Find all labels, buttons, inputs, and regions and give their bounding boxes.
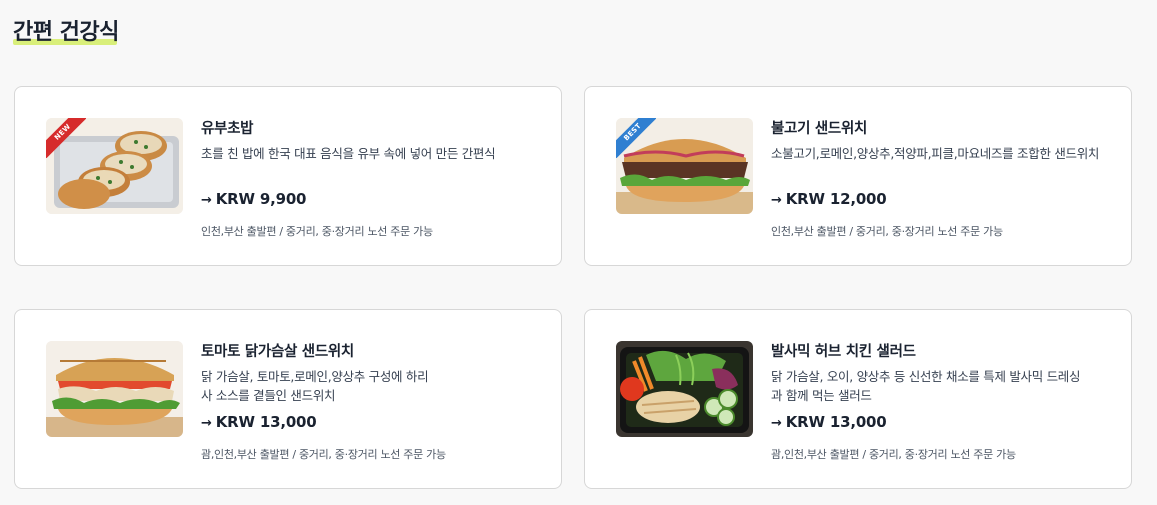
product-price: → KRW 13,000 xyxy=(771,413,887,431)
product-name: 유부초밥 xyxy=(201,121,254,137)
route-availability: 인천,부산 출발편 / 중거리, 중·장거리 노선 주문 가능 xyxy=(771,225,1003,238)
chicken-salad-photo[interactable] xyxy=(616,341,753,437)
chicken-tomato-sandwich-photo[interactable] xyxy=(46,341,183,437)
arrow-right-icon: → xyxy=(201,416,212,431)
inari-sushi-photo[interactable]: NEW xyxy=(46,118,183,214)
product-card-bulgogi-sandwich[interactable]: BEST 불고기 샌드위치 소불고기,로메인,양상추,적양파,피클,마요네즈를 … xyxy=(584,86,1132,266)
arrow-right-icon: → xyxy=(771,193,782,208)
product-description: 닭 가슴살, 토마토,로메인,양상추 구성에 하리사 소스를 곁들인 샌드위치 xyxy=(201,369,429,403)
route-availability: 괌,인천,부산 출발편 / 중거리, 중·장거리 노선 주문 가능 xyxy=(771,448,1016,461)
product-name: 발사믹 허브 치킨 샐러드 xyxy=(771,344,916,360)
section-title: 간편 건강식 xyxy=(13,20,119,45)
new-badge: NEW xyxy=(46,118,86,158)
product-card-chicken-sandwich[interactable]: 토마토 닭가슴살 샌드위치 닭 가슴살, 토마토,로메인,양상추 구성에 하리사… xyxy=(14,309,562,489)
best-badge: BEST xyxy=(616,118,656,158)
bulgogi-sandwich-photo[interactable]: BEST xyxy=(616,118,753,214)
product-price: → KRW 12,000 xyxy=(771,190,887,208)
product-name: 토마토 닭가슴살 샌드위치 xyxy=(201,344,354,360)
route-availability: 괌,인천,부산 출발편 / 중거리, 중·장거리 노선 주문 가능 xyxy=(201,448,446,461)
product-price: → KRW 13,000 xyxy=(201,413,317,431)
product-price: → KRW 9,900 xyxy=(201,190,307,208)
arrow-right-icon: → xyxy=(771,416,782,431)
route-availability: 인천,부산 출발편 / 중거리, 중·장거리 노선 주문 가능 xyxy=(201,225,433,238)
product-card-chicken-salad[interactable]: 발사믹 허브 치킨 샐러드 닭 가슴살, 오이, 양상추 등 신선한 채소를 특… xyxy=(584,309,1132,489)
product-card-inari[interactable]: NEW 유부초밥 초를 친 밥에 한국 대표 음식을 유부 속에 넣어 만든 간… xyxy=(14,86,562,266)
product-description: 소불고기,로메인,양상추,적양파,피클,마요네즈를 조합한 샌드위치 xyxy=(771,146,1100,161)
arrow-right-icon: → xyxy=(201,193,212,208)
product-description: 초를 친 밥에 한국 대표 음식을 유부 속에 넣어 만든 간편식 xyxy=(201,146,496,161)
product-name: 불고기 샌드위치 xyxy=(771,121,868,137)
product-description: 닭 가슴살, 오이, 양상추 등 신선한 채소를 특제 발사믹 드레싱과 함께 … xyxy=(771,369,1081,403)
